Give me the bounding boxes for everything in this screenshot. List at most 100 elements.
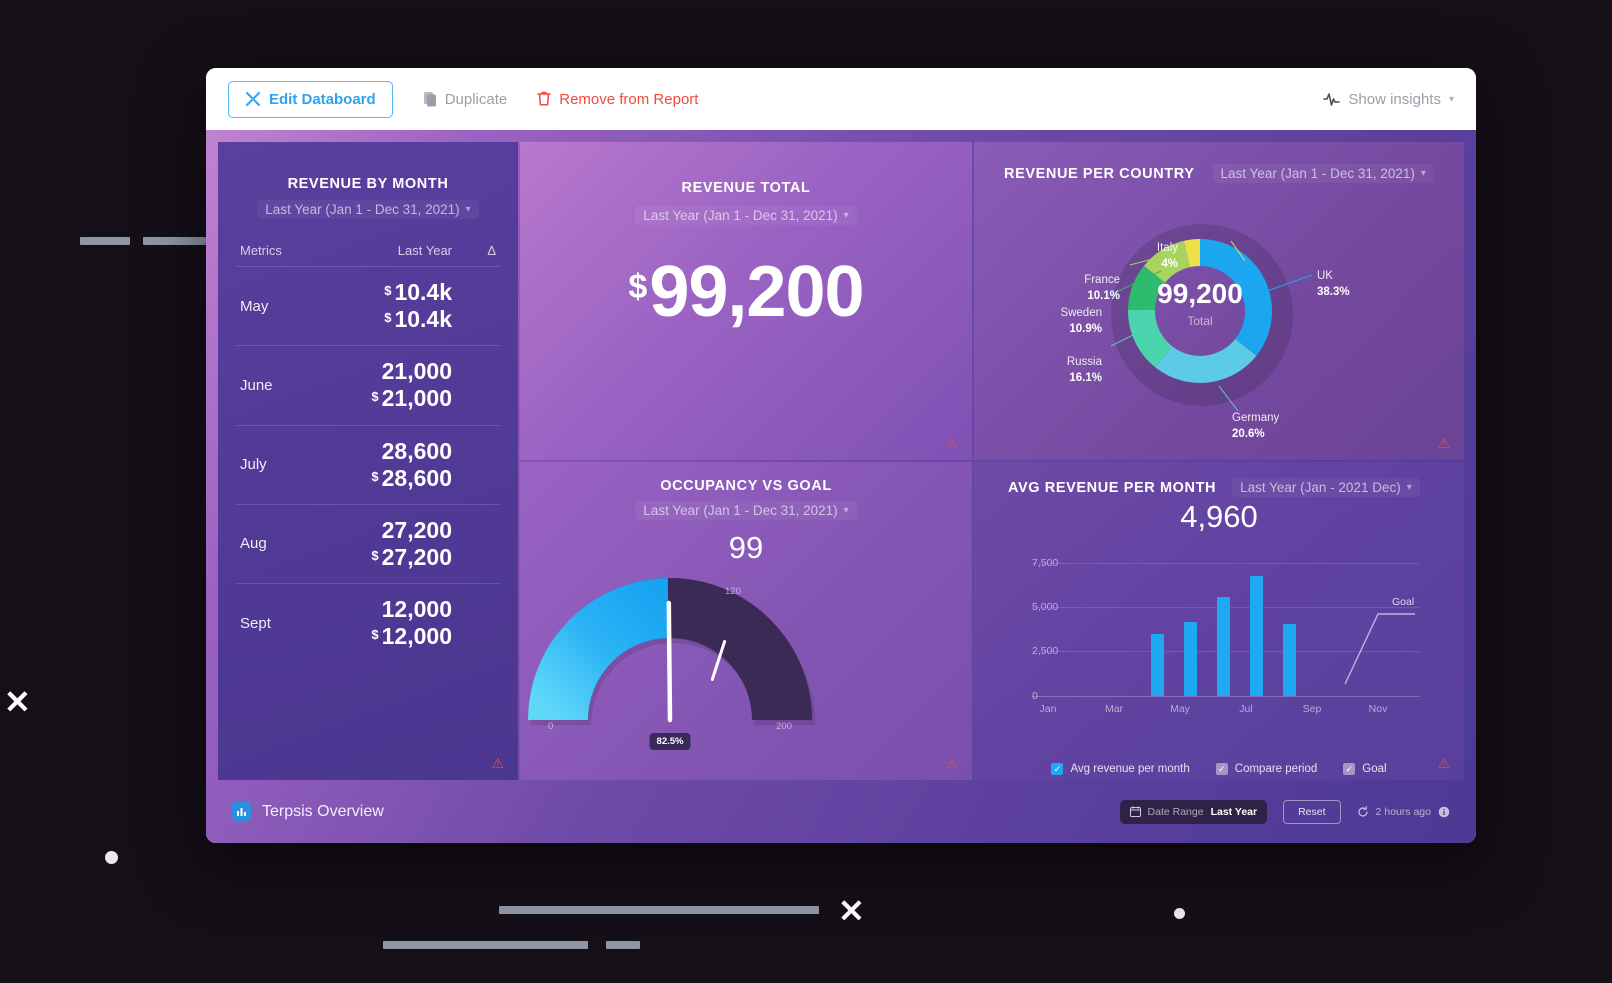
app-window: Edit Databoard Duplicate Remove from Rep… [206,68,1476,843]
gauge-chart: 0 120 200 82.5% [520,568,820,750]
chevron-down-icon: ▾ [1406,482,1412,493]
row-metric: Sept [240,614,271,632]
column-header-delta: Δ [487,243,496,258]
date-range-chip[interactable]: Date Range Last Year [1119,799,1268,824]
x-tick-jul: Jul [1239,703,1253,715]
gauge-needle [666,600,673,723]
by-month-header: REVENUE BY MONTH Last Year (Jan 1 - Dec … [218,142,518,219]
x-axis: Jan Mar May Jul Sep Nov [1032,696,1420,715]
table-row[interactable]: May $10.4k $10.4k [236,266,500,345]
bars-container [1032,541,1420,696]
by-month-date-label: Last Year (Jan 1 - Dec 31, 2021) [265,202,460,217]
row-values: $28,600 $28,600 [302,438,452,492]
gauge-tick-min: 0 [548,721,554,732]
revenue-total-currency: $ [628,268,648,306]
row-values: $10.4k $10.4k [302,279,452,333]
table-row[interactable]: Sept $12,000 $12,000 [236,583,500,662]
warning-icon[interactable]: ⚠ [945,756,958,770]
bar-chart: 7,500 5,000 2,500 0 Goal Jan Mar May Jul… [974,541,1426,741]
checkbox-icon[interactable]: ✓ [1051,763,1064,775]
row-metric: June [240,376,273,394]
row-value-primary: $28,600 [302,438,452,465]
row-currency-primary: $ [384,283,392,298]
donut-label-germany-name: Germany [1232,412,1280,424]
row-value-secondary: $10.4k [302,306,452,333]
show-insights-label: Show insights [1348,90,1441,108]
donut-label-sweden-value: 10.9% [1069,322,1102,335]
row-currency-secondary: $ [371,468,379,484]
row-number-primary: 12,000 [381,596,452,622]
bar-jun[interactable] [1184,622,1197,696]
bar-jul[interactable] [1217,597,1230,696]
edit-databoard-button[interactable]: Edit Databoard [228,80,393,118]
gauge-svg [528,578,815,726]
donut-label-russia-value: 16.1% [1069,371,1102,384]
decor-dot-left [105,851,118,864]
chevron-down-icon: ▾ [465,204,471,215]
date-range-chip-label: Date Range [1147,805,1204,818]
row-number-primary: 21,000 [381,358,452,385]
show-insights-button[interactable]: Show insights ▾ [1323,91,1454,108]
donut-label-russia-name: Russia [1066,356,1102,368]
reset-button[interactable]: Reset [1283,799,1341,824]
calendar-icon [1129,806,1141,817]
row-value-primary: $21,000 [302,358,452,385]
by-month-title: REVENUE BY MONTH [287,176,449,192]
donut-label-italy-name: Italy [1156,242,1178,254]
edit-databoard-label: Edit Databoard [269,90,376,108]
legend-item-goal[interactable]: ✓ Goal [1343,763,1387,775]
donut-label-sweden-name: Sweden [1060,307,1102,319]
row-number-secondary: 21,000 [381,385,452,412]
checkbox-icon[interactable]: ✓ [1215,763,1228,775]
bar-sep[interactable] [1283,624,1296,696]
row-number-primary: 10.4k [394,279,452,305]
avg-rev-header: AVG REVENUE PER MONTH Last Year (Jan - 2… [974,462,1464,497]
by-month-date-selector[interactable]: Last Year (Jan 1 - Dec 31, 2021) ▾ [257,200,479,219]
chevron-down-icon: ▾ [843,505,849,516]
decor-dash-bottom [499,906,819,914]
gauge-date-label: Last Year (Jan 1 - Dec 31, 2021) [643,503,838,518]
donut-label-france: France 10.1% [1050,273,1120,304]
gauge-percent-badge: 82.5% [649,733,691,750]
warning-icon[interactable]: ⚠ [1437,756,1450,770]
country-date-selector[interactable]: Last Year (Jan 1 - Dec 31, 2021) ▾ [1212,164,1434,183]
trash-icon [537,91,552,107]
legend-label-compare-period: Compare period [1234,763,1318,775]
info-icon[interactable] [1438,806,1450,818]
decor-dash-left-2 [143,237,206,245]
table-row[interactable]: July $28,600 $28,600 [236,424,500,504]
bar-aug[interactable] [1250,576,1263,696]
date-range-chip-value: Last Year [1210,805,1258,818]
gauge-date-selector[interactable]: Last Year (Jan 1 - Dec 31, 2021) ▾ [635,501,857,520]
table-row[interactable]: June $21,000 $21,000 [236,345,500,424]
checkbox-icon[interactable]: ✓ [1343,763,1356,775]
duplicate-label: Duplicate [444,90,508,108]
copy-icon [423,91,437,107]
revenue-total-header: REVENUE TOTAL Last Year (Jan 1 - Dec 31,… [520,142,972,225]
row-currency-secondary: $ [371,547,379,563]
row-metric: July [240,456,267,474]
avg-rev-date-selector[interactable]: Last Year (Jan - 2021 Dec) ▾ [1232,478,1420,497]
table-row[interactable]: Aug $27,200 $27,200 [236,503,500,583]
gauge-date-wrap: Last Year (Jan 1 - Dec 31, 2021) ▾ [520,501,972,520]
avg-rev-value: 4,960 [1180,499,1258,534]
duplicate-button[interactable]: Duplicate [423,90,508,108]
revenue-total-value: $99,200 [520,251,972,333]
warning-icon[interactable]: ⚠ [491,756,504,770]
board-name-group[interactable]: Terpsis Overview [232,802,384,821]
legend-item-compare-period[interactable]: ✓ Compare period [1215,763,1318,775]
donut-label-italy-value: 4% [1161,257,1178,270]
donut-chart: 99,200 Total Italy 4% France 10.1% Swede… [974,183,1426,440]
revenue-total-date-selector[interactable]: Last Year (Jan 1 - Dec 31, 2021) ▾ [635,206,857,225]
bar-may[interactable] [1151,634,1164,696]
donut-label-uk-value: 38.3% [1317,285,1350,298]
remove-from-report-button[interactable]: Remove from Report [537,91,698,108]
gauge-value: 99 [728,530,764,565]
wrench-icon [245,91,261,107]
warning-icon[interactable]: ⚠ [945,436,958,450]
country-header: REVENUE PER COUNTRY Last Year (Jan 1 - D… [974,142,1464,183]
refresh-icon[interactable] [1357,805,1369,818]
gauge-tick-goal: 120 [725,586,741,597]
warning-icon[interactable]: ⚠ [1437,436,1450,450]
legend-item-avg-revenue[interactable]: ✓ Avg revenue per month [1051,763,1190,775]
